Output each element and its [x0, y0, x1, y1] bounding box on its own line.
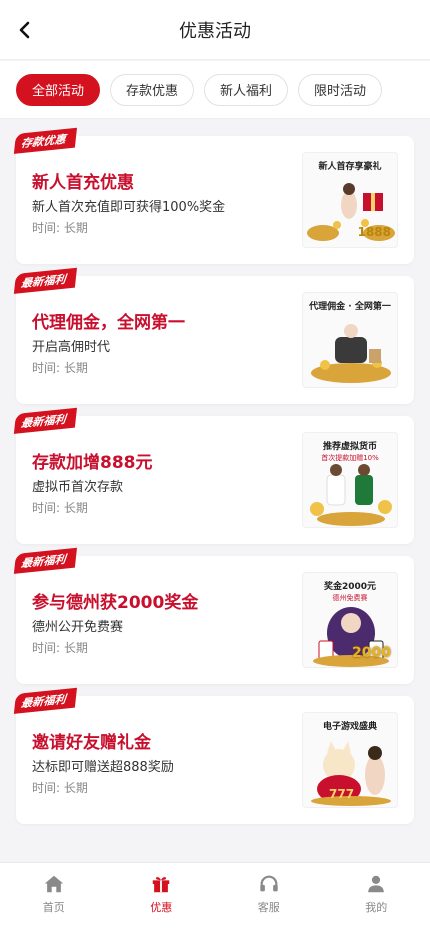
- tab-deposit[interactable]: 存款优惠: [110, 73, 195, 106]
- nav-label: 客服: [257, 901, 280, 914]
- businessman-coins-illustration: [311, 324, 391, 383]
- thumb-headline: 新人首存享豪礼: [318, 162, 382, 172]
- promo-title: 存款加增888元: [32, 453, 153, 473]
- promo-title: 新人首充优惠: [32, 173, 134, 193]
- promo-card[interactable]: 最新福利 邀请好友赠礼金 达标即可赠送超888奖励 时间: 长期 电子游戏盛典 …: [13, 687, 414, 824]
- promo-time: 时间: 长期: [32, 361, 88, 375]
- category-ribbon: 最新福利: [13, 267, 78, 294]
- promo-card[interactable]: 最新福利 代理佣金，全网第一 开启高佣时代 时间: 长期 代理佣金 · 全网第一: [13, 267, 414, 404]
- promo-thumbnail: 奖金2000元 德州免费赛 2000: [302, 572, 398, 668]
- nav-label: 首页: [42, 901, 65, 914]
- promo-description: 虚拟币首次存款: [32, 480, 124, 495]
- category-ribbon: 最新福利: [13, 547, 78, 574]
- category-ribbon: 存款优惠: [13, 127, 78, 154]
- promo-card[interactable]: 最新福利 参与德州获2000奖金 德州公开免费赛 时间: 长期 奖金2000元 …: [13, 547, 414, 684]
- tab-all[interactable]: 全部活动: [16, 73, 101, 106]
- promo-title: 代理佣金，全网第一: [32, 313, 185, 333]
- nav-label: 优惠: [150, 901, 173, 914]
- category-ribbon: 最新福利: [13, 687, 78, 714]
- promo-thumbnail: 电子游戏盛典 777: [302, 712, 398, 808]
- bottom-navigation: 首页 优惠 客服 我的: [0, 862, 430, 932]
- thumb-number: 777: [329, 787, 355, 801]
- thumb-number: 2000: [352, 645, 391, 661]
- nav-support[interactable]: 客服: [229, 873, 309, 915]
- promo-thumbnail: 推荐虚拟货币 首次提款加赠10%: [302, 432, 398, 528]
- promo-time: 时间: 长期: [32, 641, 88, 655]
- promo-thumbnail: 代理佣金 · 全网第一: [302, 292, 398, 388]
- tab-newbie[interactable]: 新人福利: [204, 73, 289, 106]
- thumb-headline: 推荐虚拟货币: [322, 442, 377, 452]
- promo-list: 存款优惠 新人首充优惠 新人首次充值即可获得100%奖金 时间: 长期 新人首存…: [13, 127, 414, 836]
- thumb-number: 1888: [357, 225, 391, 239]
- promo-description: 新人首次充值即可获得100%奖金: [32, 200, 226, 215]
- promo-card[interactable]: 存款优惠 新人首充优惠 新人首次充值即可获得100%奖金 时间: 长期 新人首存…: [13, 127, 414, 264]
- promo-time: 时间: 长期: [32, 781, 88, 795]
- user-icon: [368, 875, 385, 893]
- category-ribbon: 最新福利: [13, 407, 78, 434]
- category-tabs: 全部活动 存款优惠 新人福利 限时活动: [0, 61, 430, 119]
- thumb-headline: 代理佣金 · 全网第一: [309, 302, 391, 312]
- promo-description: 德州公开免费赛: [32, 620, 124, 635]
- promo-thumbnail: 新人首存享豪礼 1888: [302, 152, 398, 248]
- chevron-left-icon: [19, 21, 30, 39]
- nav-home[interactable]: 首页: [14, 873, 94, 915]
- back-button[interactable]: [10, 15, 40, 45]
- gift-icon: [153, 877, 170, 893]
- promo-card[interactable]: 最新福利 存款加增888元 虚拟币首次存款 时间: 长期 推荐虚拟货币 首次提款…: [13, 407, 414, 544]
- thumb-headline: 奖金2000元: [323, 582, 377, 592]
- nav-promotions[interactable]: 优惠: [121, 873, 201, 915]
- page-title: 优惠活动: [179, 20, 251, 42]
- promo-title: 参与德州获2000奖金: [32, 593, 199, 613]
- nav-label: 我的: [365, 901, 388, 914]
- home-icon: [44, 875, 63, 893]
- promo-description: 开启高佣时代: [32, 340, 111, 355]
- header: 优惠活动: [0, 0, 430, 60]
- athletes-coins-illustration: [310, 464, 392, 526]
- tab-limited[interactable]: 限时活动: [298, 73, 383, 106]
- promo-description: 达标即可赠送超888奖励: [32, 760, 174, 775]
- promo-time: 时间: 长期: [32, 501, 88, 515]
- promo-time: 时间: 长期: [32, 221, 88, 235]
- promo-title: 邀请好友赠礼金: [32, 733, 151, 753]
- headset-icon: [260, 875, 278, 892]
- thumb-headline: 电子游戏盛典: [322, 722, 377, 732]
- app-root: 优惠活动 全部活动 存款优惠 新人福利 限时活动 存款优惠 新人首充优惠 新人首…: [0, 0, 430, 932]
- nav-profile[interactable]: 我的: [336, 873, 416, 915]
